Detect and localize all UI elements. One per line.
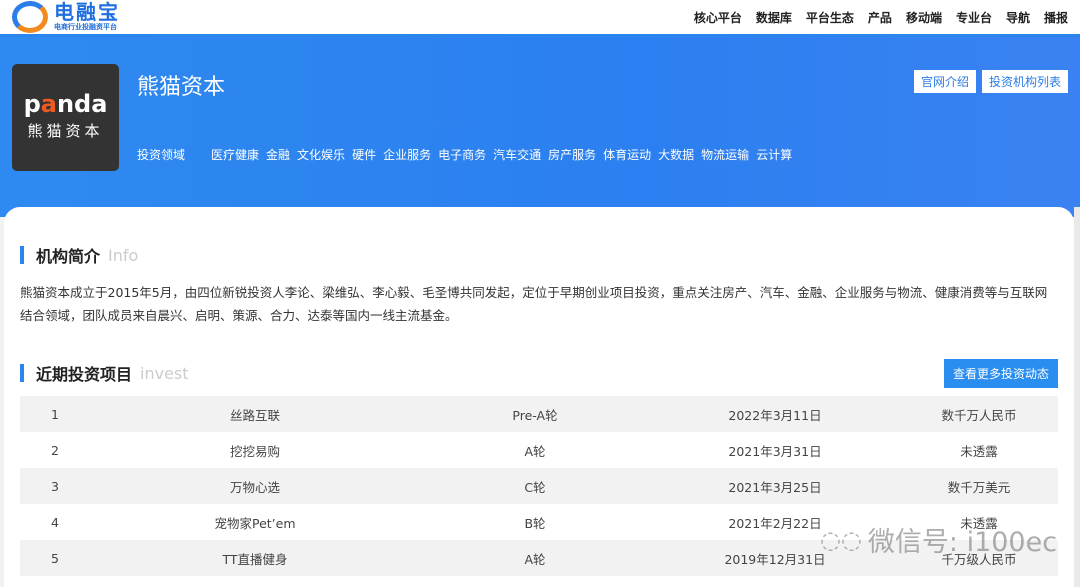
logo-text: p xyxy=(23,90,41,118)
company-name-cell[interactable]: TT直播健身 xyxy=(90,540,420,576)
amount-cell: 未透露 xyxy=(960,443,998,459)
nav-item[interactable]: 导航 xyxy=(1006,9,1030,26)
investment-fields: 投资领域 医疗健康 金融 文化娱乐 硬件 企业服务 电子商务 汽车交通 房产服务… xyxy=(137,146,792,163)
section-title: 近期投资项目 xyxy=(36,365,133,384)
field-tag[interactable]: 云计算 xyxy=(756,146,792,163)
field-tag[interactable]: 汽车交通 xyxy=(493,146,541,163)
section-title: 机构简介 xyxy=(36,247,101,266)
field-tag[interactable]: 金融 xyxy=(266,146,290,163)
row-index-cell: 2 xyxy=(51,442,59,458)
table-row[interactable]: 2 挖挖易购 A轮 2021年3月31日 未透露 xyxy=(20,432,1058,468)
main-nav: 核心平台 数据库 平台生态 产品 移动端 专业台 导航 播报 xyxy=(694,9,1068,26)
date-cell: 2022年3月11日 xyxy=(650,396,900,432)
nav-item[interactable]: 数据库 xyxy=(756,9,792,26)
logo-text-accent: a xyxy=(40,90,57,118)
logo-cn: 熊猫资本 xyxy=(27,122,104,140)
watermark: ◌◌ 微信号: i100ec xyxy=(820,520,1057,559)
field-tag[interactable]: 企业服务 xyxy=(383,146,431,163)
field-tag[interactable]: 硬件 xyxy=(352,146,376,163)
company-name-cell[interactable]: 丝路互联 xyxy=(90,396,420,432)
website-intro-button[interactable]: 官网介绍 xyxy=(913,70,976,93)
row-index-cell: 3 xyxy=(20,468,90,504)
field-tag[interactable]: 医疗健康 xyxy=(211,146,259,163)
table-row[interactable]: 1 丝路互联 Pre-A轮 2022年3月11日 数千万人民币 xyxy=(20,396,1058,432)
round-cell: A轮 xyxy=(524,443,546,459)
field-tag[interactable]: 物流运输 xyxy=(701,146,749,163)
field-tag[interactable]: 房产服务 xyxy=(548,146,596,163)
wechat-icon: ◌◌ xyxy=(820,525,862,554)
org-logo: panda 熊猫资本 xyxy=(12,64,119,171)
intro-text: 熊猫资本成立于2015年5月，由四位新锐投资人李论、梁维弘、李心毅、毛圣博共同发… xyxy=(20,285,1048,323)
row-index-cell: 4 xyxy=(51,514,59,530)
watermark-text: 微信号: i100ec xyxy=(867,527,1058,558)
field-tag[interactable]: 体育运动 xyxy=(603,146,651,163)
more-investments-button[interactable]: 查看更多投资动态 xyxy=(943,358,1058,388)
field-tag[interactable]: 电子商务 xyxy=(438,146,486,163)
section-title-en: invest xyxy=(140,363,189,383)
nav-item[interactable]: 播报 xyxy=(1044,9,1068,26)
investor-list-button[interactable]: 投资机构列表 xyxy=(981,70,1068,93)
section-marker xyxy=(20,364,24,382)
logo-icon xyxy=(12,1,48,33)
round-cell: A轮 xyxy=(420,540,650,576)
row-index-cell: 5 xyxy=(20,540,90,576)
logo-text: nda xyxy=(56,90,108,118)
top-header: 电融宝 电商行业投融资平台 核心平台 数据库 平台生态 产品 移动端 专业台 导航… xyxy=(0,0,1080,37)
org-banner: panda 熊猫资本 熊猫资本 投资领域 医疗健康 金融 文化娱乐 硬件 企业服… xyxy=(0,37,1080,217)
nav-item[interactable]: 移动端 xyxy=(906,9,942,26)
round-cell: Pre-A轮 xyxy=(420,396,650,432)
section-marker xyxy=(20,246,24,264)
amount-cell: 数千万美元 xyxy=(900,468,1058,504)
round-cell: C轮 xyxy=(420,468,650,504)
nav-item[interactable]: 核心平台 xyxy=(694,9,742,26)
section-title-en: Info xyxy=(108,245,139,265)
company-name-cell[interactable]: 宠物家Pet’em xyxy=(90,504,420,540)
nav-item[interactable]: 专业台 xyxy=(956,9,992,26)
intro-heading: 机构简介 Info xyxy=(20,245,1058,266)
org-name: 熊猫资本 xyxy=(137,75,226,100)
fields-label: 投资领域 xyxy=(137,148,186,162)
nav-item[interactable]: 平台生态 xyxy=(806,9,854,26)
site-logo[interactable]: 电融宝 电商行业投融资平台 xyxy=(12,1,120,33)
field-tag[interactable]: 大数据 xyxy=(658,146,694,163)
company-name-cell[interactable]: 挖挖易购 xyxy=(90,432,420,468)
logo-subtitle: 电商行业投融资平台 xyxy=(54,23,117,31)
row-index-cell: 1 xyxy=(20,396,90,432)
amount-cell: 数千万人民币 xyxy=(900,396,1058,432)
round-cell: B轮 xyxy=(524,515,546,531)
field-tag[interactable]: 文化娱乐 xyxy=(297,146,345,163)
date-cell: 2021年3月25日 xyxy=(650,468,900,504)
date-cell: 2021年3月31日 xyxy=(728,443,822,459)
company-name-cell[interactable]: 万物心选 xyxy=(90,468,420,504)
nav-item[interactable]: 产品 xyxy=(868,9,892,26)
scrollbar[interactable] xyxy=(1074,207,1080,587)
logo-title: 电融宝 xyxy=(54,0,120,24)
table-row[interactable]: 3 万物心选 C轮 2021年3月25日 数千万美元 xyxy=(20,468,1058,504)
invest-heading: 近期投资项目 invest 查看更多投资动态 xyxy=(20,358,1058,388)
